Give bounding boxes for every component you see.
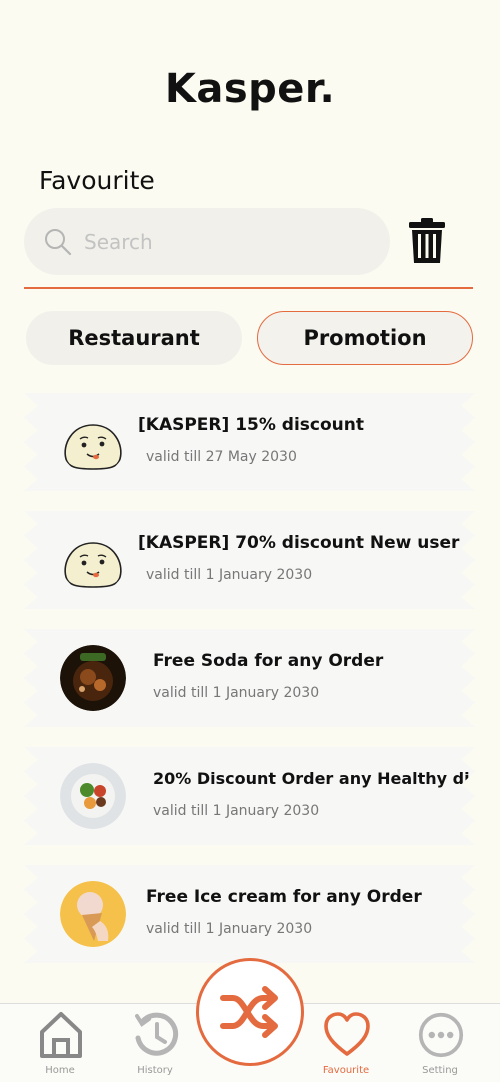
history-icon [135, 1012, 179, 1056]
search-bar[interactable] [24, 208, 390, 275]
coupon-title: [KASPER] 70% discount New user [138, 533, 460, 553]
more-icon [418, 1012, 464, 1058]
tab-restaurant[interactable]: Restaurant [26, 311, 242, 365]
search-input[interactable] [84, 229, 334, 254]
coupon-card[interactable]: 20% Discount Order any Healthy dish vali… [24, 747, 475, 845]
coupon-title: [KASPER] 15% discount [138, 415, 365, 435]
nav-label: History [137, 1065, 173, 1076]
soda-photo [60, 645, 126, 711]
coupon-card[interactable]: [KASPER] 70% discount New user valid til… [24, 511, 475, 609]
trash-icon[interactable] [408, 218, 446, 264]
nav-setting[interactable]: Setting [400, 1004, 480, 1082]
nav-label: Favourite [322, 1065, 370, 1076]
nav-history[interactable]: History [115, 1004, 195, 1082]
nav-label: Setting [422, 1065, 458, 1076]
home-icon [40, 1012, 82, 1058]
ice-cream-photo [60, 881, 126, 947]
page-title: Favourite [39, 166, 155, 195]
coupon-card[interactable]: [KASPER] 15% discount valid till 27 May … [24, 393, 475, 491]
tab-promotion[interactable]: Promotion [257, 311, 473, 365]
salad-photo [60, 763, 126, 829]
coupon-title: Free Soda for any Order [153, 651, 384, 671]
coupon-validity: valid till 27 May 2030 [146, 449, 297, 465]
coupon-validity: valid till 1 January 2030 [146, 567, 313, 583]
coupon-validity: valid till 1 January 2030 [146, 921, 313, 937]
nav-home[interactable]: Home [20, 1004, 100, 1082]
heart-icon [324, 1012, 370, 1056]
coupon-validity: valid till 1 January 2030 [153, 803, 320, 819]
search-icon [45, 228, 72, 255]
coupon-title: 20% Discount Order any Healthy dish [153, 769, 491, 788]
divider [24, 287, 473, 289]
shuffle-button[interactable] [196, 958, 304, 1066]
coupon-card[interactable]: Free Soda for any Order valid till 1 Jan… [24, 629, 475, 727]
coupon-title: Free Ice cream for any Order [146, 887, 422, 907]
kasper-mascot-icon [60, 527, 126, 593]
coupon-card[interactable]: Free Ice cream for any Order valid till … [24, 865, 475, 963]
kasper-mascot-icon [60, 409, 126, 475]
coupon-validity: valid till 1 January 2030 [153, 685, 320, 701]
shuffle-icon [220, 986, 278, 1038]
nav-favourite[interactable]: Favourite [306, 1004, 386, 1082]
nav-label: Home [45, 1065, 75, 1076]
app-title: Kasper. [164, 66, 336, 112]
